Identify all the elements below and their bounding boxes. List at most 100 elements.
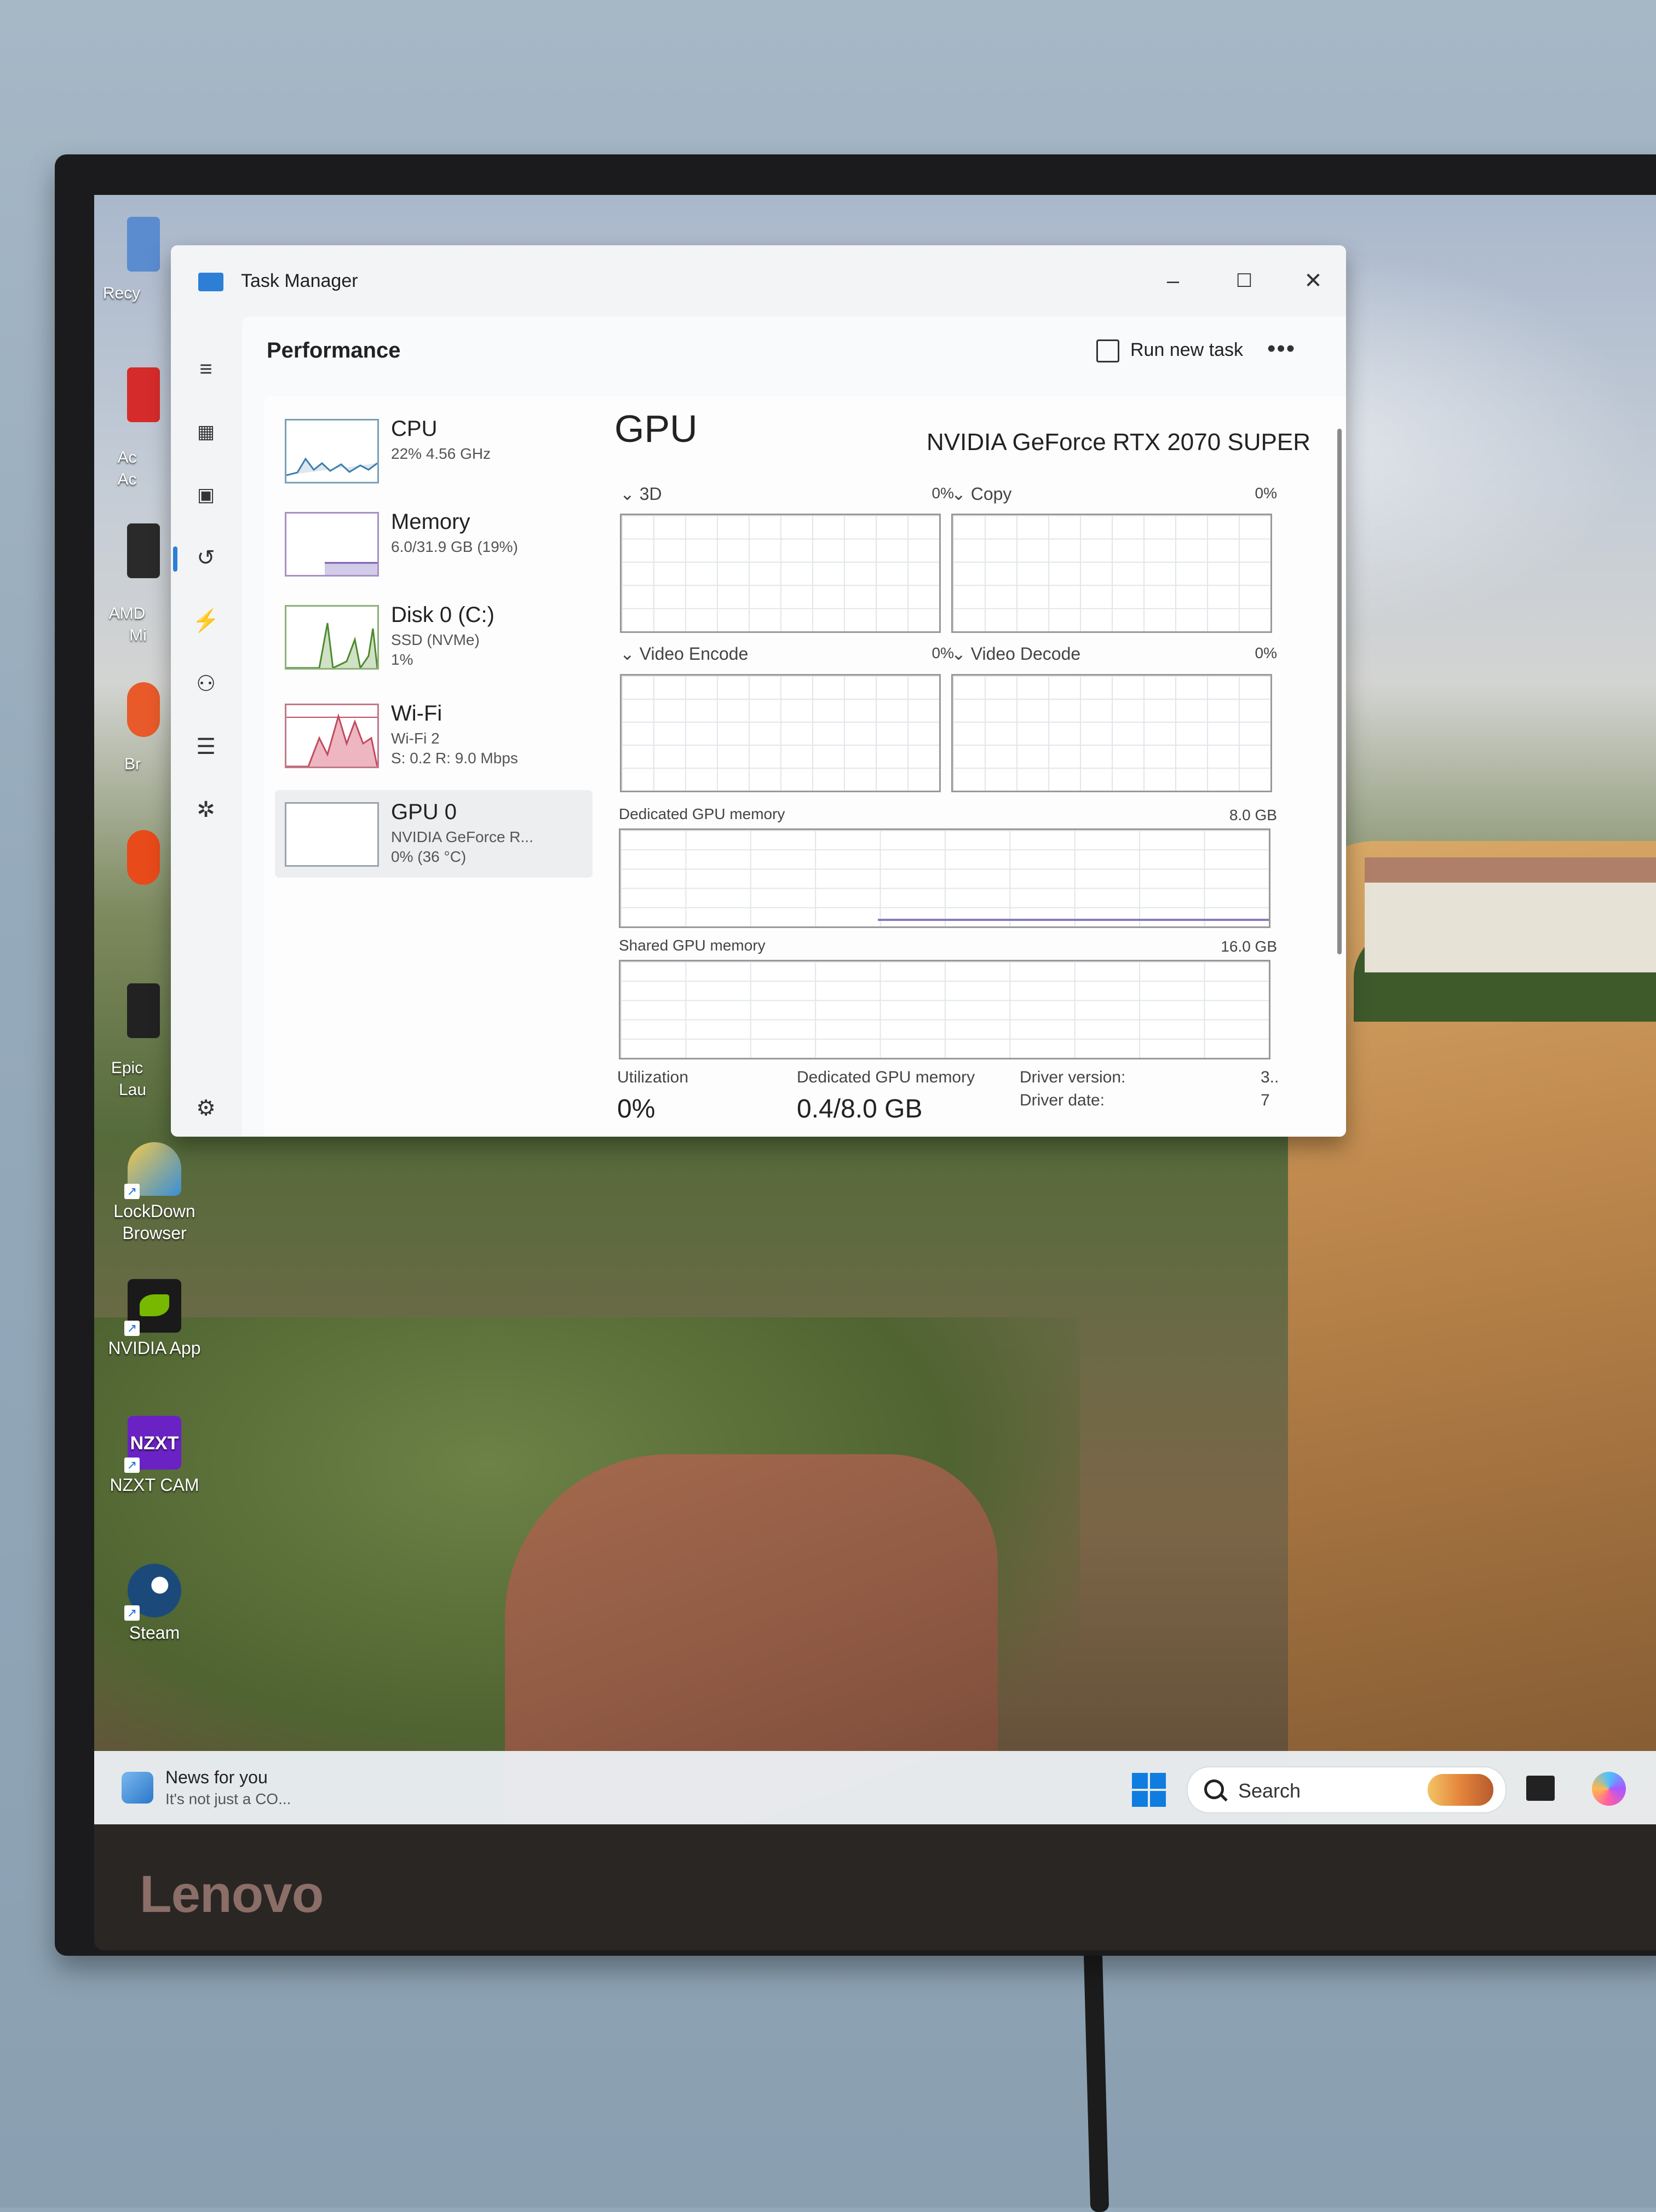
engine-3d-pct: 0% <box>932 485 954 502</box>
shared-memory-label: Shared GPU memory <box>619 937 766 954</box>
start-button-windows-icon[interactable] <box>1132 1773 1166 1807</box>
users-icon[interactable]: ⚇ <box>192 670 220 698</box>
hamburger-menu-icon[interactable]: ≡ <box>192 355 220 383</box>
desktop-label-epic: Epic <box>111 1059 143 1077</box>
wifi-sparkline <box>286 713 377 767</box>
device-detail-2: 0% (36 °C) <box>391 848 467 865</box>
memory-thumbnail-graph <box>285 512 379 577</box>
shortcut-arrow-icon: ↗ <box>124 1321 140 1336</box>
desktop-icon-label: NVIDIA App <box>108 1338 201 1358</box>
disk-sparkline <box>286 623 377 668</box>
desktop-icon-label: NZXT CAM <box>110 1475 199 1495</box>
dedicated-memory-stat-value: 0.4/8.0 GB <box>797 1095 923 1124</box>
chevron-down-icon: ⌄ <box>620 484 640 504</box>
monitor-brand: Lenovo <box>140 1865 324 1923</box>
device-item-disk[interactable]: Disk 0 (C:) SSD (NVMe) 1% <box>275 593 593 681</box>
news-title: News for you <box>165 1767 268 1787</box>
app-history-icon[interactable]: ↺ <box>192 544 220 572</box>
engine-copy-label[interactable]: ⌄ Copy <box>951 483 1011 504</box>
engine-name: 3D <box>639 484 662 504</box>
nvidia-icon: ↗ <box>124 1279 181 1336</box>
more-options-button[interactable]: ••• <box>1267 335 1296 362</box>
device-name: Wi-Fi <box>391 701 442 725</box>
nav-rail: ≡ ▦ ▣ ↺ ⚡ ⚇ ☰ ✲ ⚙ <box>171 316 242 1137</box>
run-new-task-button[interactable]: Run new task <box>1096 339 1243 363</box>
desktop-icon-steam[interactable]: ↗ Steam <box>94 1564 215 1644</box>
device-item-memory[interactable]: Memory 6.0/31.9 GB (19%) <box>275 500 593 587</box>
engine-3d-label[interactable]: ⌄ 3D <box>620 483 662 504</box>
ea-app-icon[interactable] <box>127 830 160 885</box>
disk-thumbnail-graph <box>285 605 379 670</box>
device-detail: SSD (NVMe) <box>391 631 480 648</box>
device-detail: NVIDIA GeForce R... <box>391 828 533 845</box>
task-manager-window: Task Manager – ☐ ✕ ≡ ▦ ▣ ↺ ⚡ ⚇ ☰ ✲ ⚙ Per… <box>171 245 1346 1137</box>
brave-browser-icon[interactable] <box>127 682 160 737</box>
utilization-label: Utilization <box>617 1068 689 1086</box>
device-item-wifi[interactable]: Wi-Fi Wi-Fi 2 S: 0.2 R: 9.0 Mbps <box>275 692 593 779</box>
details-icon[interactable]: ☰ <box>192 733 220 761</box>
device-item-gpu[interactable]: GPU 0 NVIDIA GeForce R... 0% (36 °C) <box>275 790 593 878</box>
desktop-icon-label: Steam <box>129 1623 180 1643</box>
epic-games-icon[interactable] <box>127 983 160 1038</box>
engine-copy-pct: 0% <box>1255 485 1277 502</box>
task-manager-app-icon <box>198 273 223 291</box>
performance-icon[interactable]: ▣ <box>192 481 220 509</box>
dedicated-memory-usage-line <box>878 919 1269 921</box>
amd-app-icon[interactable] <box>127 523 160 578</box>
device-item-cpu[interactable]: CPU 22% 4.56 GHz <box>275 407 593 494</box>
driver-date-label: Driver date: <box>1020 1091 1105 1109</box>
desktop-icon-nvidia-app[interactable]: ↗ NVIDIA App <box>94 1279 215 1359</box>
dedicated-memory-stat-label: Dedicated GPU memory <box>797 1068 975 1086</box>
engine-video-encode-pct: 0% <box>932 644 954 661</box>
maximize-button[interactable]: ☐ <box>1211 262 1277 300</box>
device-name: Disk 0 (C:) <box>391 603 495 627</box>
engine-copy-graph <box>951 514 1272 633</box>
recycle-bin-icon[interactable] <box>127 217 160 272</box>
taskbar: News for you It's not just a CO... Searc… <box>94 1751 1656 1824</box>
title-bar[interactable]: Task Manager – ☐ ✕ <box>171 245 1346 316</box>
services-icon[interactable]: ✲ <box>192 796 220 824</box>
taskbar-search-box[interactable]: Search <box>1187 1766 1507 1813</box>
copilot-icon[interactable] <box>1592 1772 1626 1806</box>
nav-selection-indicator <box>173 546 177 572</box>
monitor-chin <box>94 1824 1656 1950</box>
close-button[interactable]: ✕ <box>1280 262 1346 300</box>
run-new-task-label: Run new task <box>1130 339 1243 360</box>
dedicated-memory-label: Dedicated GPU memory <box>619 805 785 822</box>
task-view-icon[interactable] <box>1526 1776 1555 1801</box>
engine-3d-graph <box>620 514 941 633</box>
desktop-icon-nzxt-cam[interactable]: NZXT ↗ NZXT CAM <box>94 1416 215 1496</box>
page-title: Performance <box>267 338 401 362</box>
desktop-label-recycle: Recy <box>102 284 141 302</box>
driver-version-value: 3.. <box>1261 1068 1279 1086</box>
nzxt-logo-text: NZXT <box>130 1433 179 1454</box>
processes-icon[interactable]: ▦ <box>192 418 220 446</box>
engine-video-decode-pct: 0% <box>1255 644 1277 661</box>
adobe-app-icon[interactable] <box>127 367 160 422</box>
scrollbar[interactable] <box>1337 429 1342 954</box>
main-pane: Performance Run new task ••• CPU 22% 4.5… <box>242 316 1346 1137</box>
desktop-icon-lockdown-browser[interactable]: ↗ LockDown Browser <box>94 1142 215 1244</box>
engine-video-encode-label[interactable]: ⌄ Video Encode <box>620 643 748 664</box>
dedicated-memory-graph <box>619 828 1270 928</box>
chevron-down-icon: ⌄ <box>951 484 971 504</box>
shortcut-arrow-icon: ↗ <box>124 1184 140 1199</box>
utilization-value: 0% <box>617 1095 656 1124</box>
gpu-heading: GPU <box>614 407 698 450</box>
news-subtitle: It's not just a CO... <box>165 1790 291 1807</box>
minimize-button[interactable]: – <box>1140 262 1206 300</box>
cpu-sparkline <box>286 457 377 476</box>
desktop: Recy Ac Ac AMD Mi Br Epic Lau ↗ LockDown… <box>94 195 1656 1824</box>
settings-gear-icon[interactable]: ⚙ <box>192 1094 220 1122</box>
shared-memory-max: 16.0 GB <box>1221 938 1277 955</box>
performance-content: CPU 22% 4.56 GHz Memory 6.0/31.9 GB (19%… <box>264 396 1346 1137</box>
startup-apps-icon[interactable]: ⚡ <box>192 607 220 635</box>
shared-memory-graph <box>619 960 1270 1059</box>
cpu-thumbnail-graph <box>285 419 379 483</box>
desktop-icon-column: Recy Ac Ac AMD Mi Br Epic Lau <box>94 195 176 1290</box>
desktop-label-amd: AMD <box>108 604 146 623</box>
weather-news-icon <box>122 1772 153 1804</box>
engine-video-decode-label[interactable]: ⌄ Video Decode <box>951 643 1080 664</box>
wallpaper-building <box>1365 857 1656 972</box>
steam-icon: ↗ <box>124 1564 181 1621</box>
